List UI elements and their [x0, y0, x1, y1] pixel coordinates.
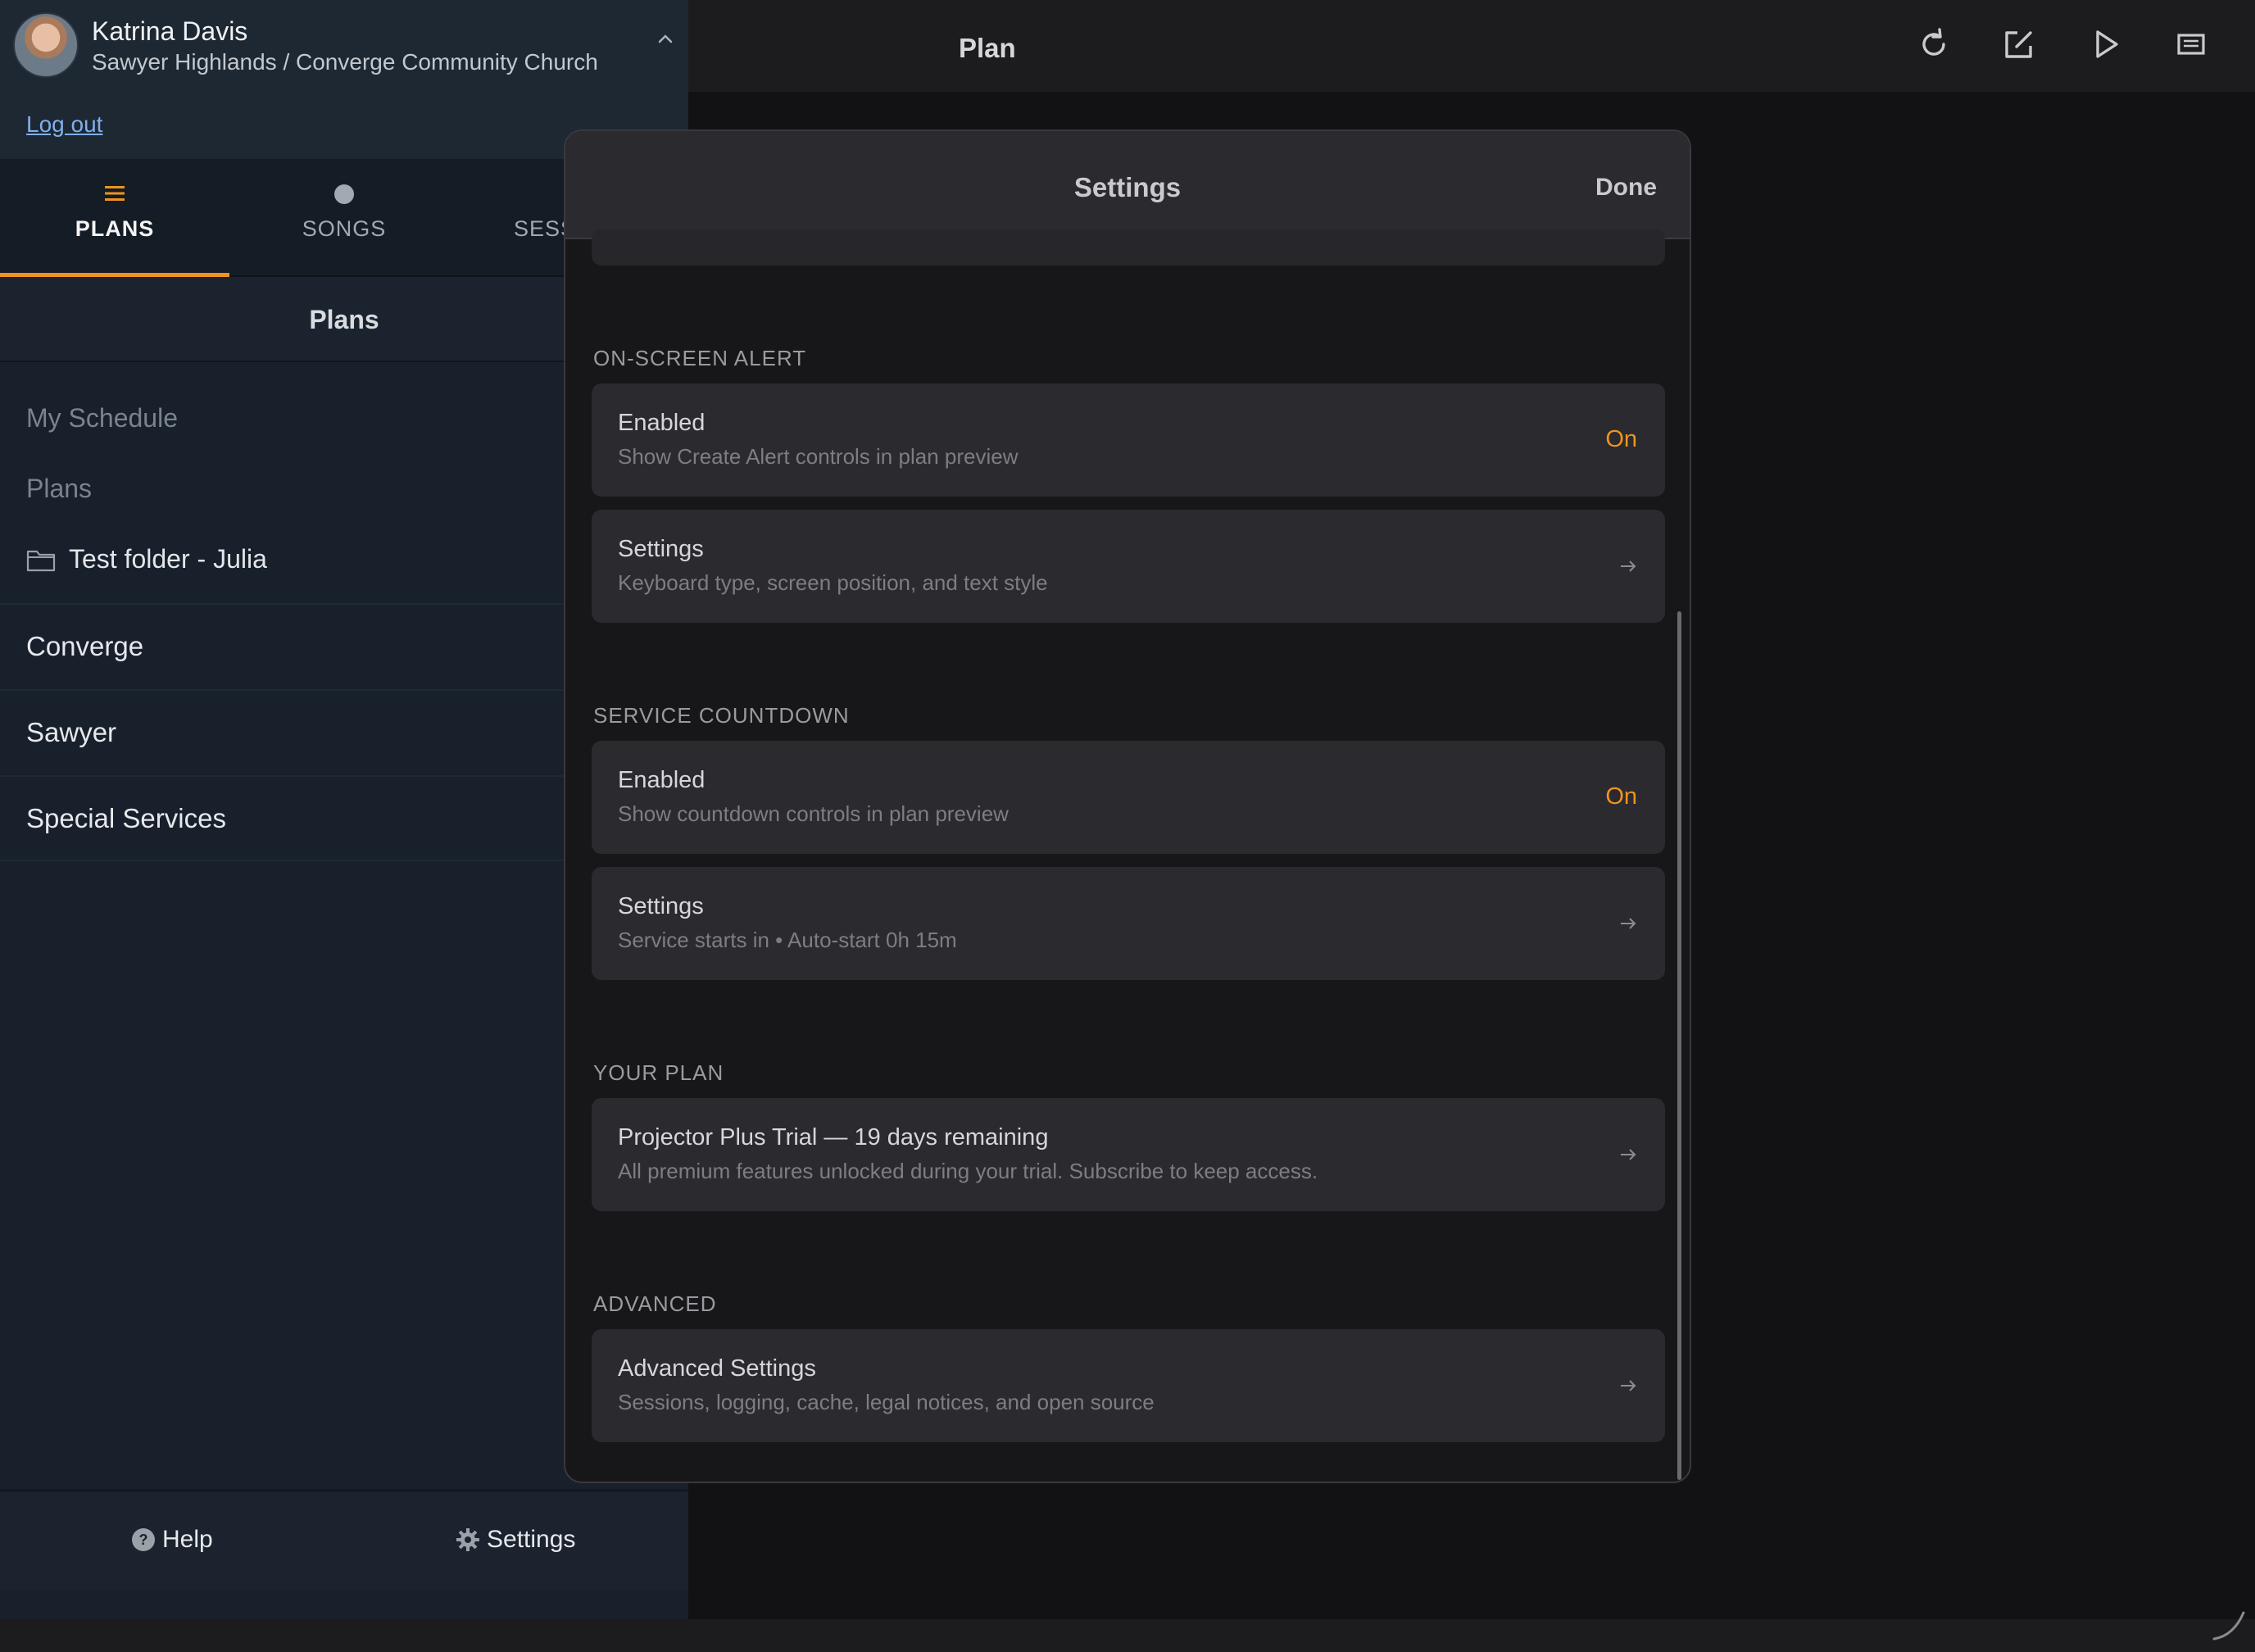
section-label-plan: YOUR PLAN — [593, 1060, 724, 1085]
nav-my-schedule[interactable]: My Schedule — [26, 403, 178, 433]
folder-icon — [26, 550, 56, 572]
modal-header: Settings Done — [565, 131, 1690, 239]
toggle-value[interactable]: On — [1605, 426, 1637, 453]
alert-settings-row[interactable]: Settings Keyboard type, screen position,… — [592, 510, 1665, 623]
help-icon: ? — [132, 1528, 155, 1551]
tab-label: SONGS — [302, 216, 387, 241]
arrow-right-icon — [1621, 560, 1636, 572]
user-organization: Sawyer Highlands / Converge Community Ch… — [92, 49, 598, 75]
edit-icon[interactable] — [1999, 25, 2039, 64]
row-title: Projector Plus Trial — 19 days remaining — [618, 1124, 1049, 1150]
row-title: Settings — [618, 893, 704, 919]
settings-label: Settings — [487, 1526, 576, 1553]
toggle-value[interactable]: On — [1605, 783, 1637, 810]
row-subtitle: Show countdown controls in plan preview — [618, 801, 1009, 826]
play-icon[interactable] — [2086, 25, 2126, 64]
row-title: Enabled — [618, 410, 706, 436]
tab-songs[interactable]: SONGS — [229, 159, 459, 277]
row-subtitle: Show Create Alert controls in plan previ… — [618, 444, 1019, 469]
nav-item-label: Sawyer — [26, 717, 117, 747]
row-title: Advanced Settings — [618, 1355, 816, 1382]
row-title: Settings — [618, 536, 704, 562]
hamburger-icon — [105, 186, 125, 201]
partial-card — [592, 229, 1665, 266]
resize-handle-icon[interactable] — [2209, 1604, 2248, 1644]
present-icon[interactable] — [2171, 25, 2211, 64]
avatar — [13, 12, 79, 78]
modal-scrollbar[interactable] — [1677, 611, 1681, 1480]
settings-modal: Settings Done ON-SCREEN ALERT Enabled Sh… — [564, 129, 1691, 1483]
help-label: Help — [162, 1526, 213, 1553]
row-subtitle: Sessions, logging, cache, legal notices,… — [618, 1390, 1155, 1414]
tab-plans[interactable]: PLANS — [0, 159, 229, 277]
sidebar-footer: ? Help Settings — [0, 1490, 688, 1590]
gear-icon — [456, 1528, 479, 1551]
arrow-right-icon — [1621, 918, 1636, 929]
row-subtitle: Keyboard type, screen position, and text… — [618, 570, 1048, 595]
nav-plans[interactable]: Plans — [26, 474, 92, 504]
folder-label: Test folder - Julia — [69, 544, 267, 574]
row-subtitle: All premium features unlocked during you… — [618, 1159, 1318, 1183]
page-title: Plan — [959, 33, 1016, 63]
chevron-up-icon[interactable] — [656, 30, 675, 49]
user-name: Katrina Davis — [92, 16, 248, 46]
refresh-icon[interactable] — [1914, 25, 1953, 64]
bottom-bar — [0, 1619, 2255, 1652]
main-header: Plan — [688, 0, 2255, 92]
alert-enabled-row[interactable]: Enabled Show Create Alert controls in pl… — [592, 384, 1665, 497]
plan-trial-row[interactable]: Projector Plus Trial — 19 days remaining… — [592, 1098, 1665, 1211]
section-label-advanced: ADVANCED — [593, 1291, 717, 1316]
countdown-settings-row[interactable]: Settings Service starts in • Auto-start … — [592, 867, 1665, 980]
done-button[interactable]: Done — [1595, 174, 1657, 202]
nav-item-label: Converge — [26, 631, 144, 661]
row-title: Enabled — [618, 767, 706, 793]
dot-icon — [334, 184, 354, 204]
modal-title: Settings — [1073, 172, 1182, 202]
svg-text:?: ? — [139, 1532, 148, 1548]
nav-item-label: Special Services — [26, 803, 226, 833]
advanced-settings-row[interactable]: Advanced Settings Sessions, logging, cac… — [592, 1329, 1665, 1442]
arrow-right-icon — [1621, 1380, 1636, 1391]
section-label-alert: ON-SCREEN ALERT — [593, 346, 807, 370]
section-label-countdown: SERVICE COUNTDOWN — [593, 703, 850, 728]
logout-link[interactable]: Log out — [26, 111, 102, 138]
tab-label: PLANS — [75, 216, 155, 241]
arrow-right-icon — [1621, 1149, 1636, 1160]
row-subtitle: Service starts in • Auto-start 0h 15m — [618, 928, 957, 952]
countdown-enabled-row[interactable]: Enabled Show countdown controls in plan … — [592, 741, 1665, 854]
